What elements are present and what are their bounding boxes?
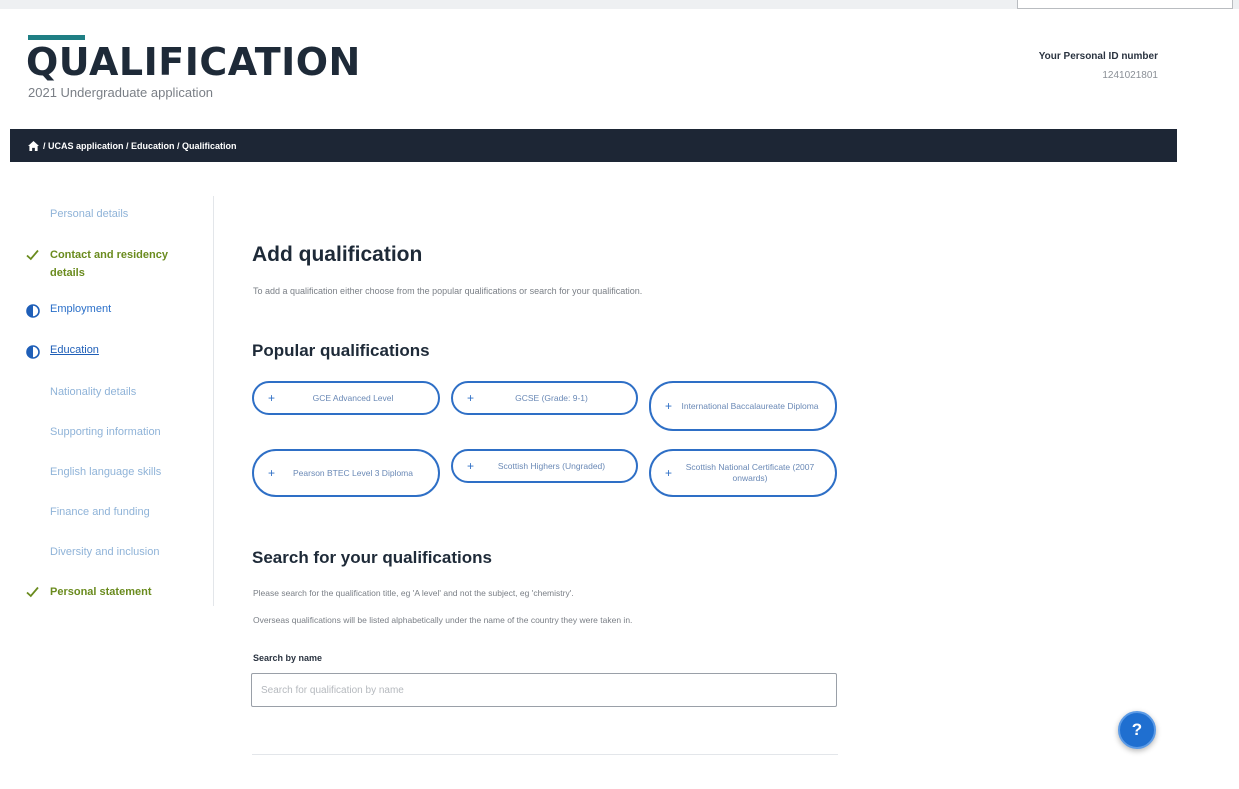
plus-icon: +: [467, 459, 475, 473]
sidebar-item-label: Nationality details: [50, 386, 137, 398]
personal-id-label: Your Personal ID number: [1038, 51, 1158, 62]
popular-qualification-label: Scottish National Certificate (2007 onwa…: [685, 462, 815, 483]
plus-icon: +: [665, 466, 673, 480]
sidebar-item-label: Personal details: [50, 208, 129, 220]
help-button[interactable]: ?: [1118, 711, 1156, 749]
plus-icon: +: [268, 391, 276, 405]
page-subtitle: 2021 Undergraduate application: [28, 85, 214, 100]
popular-qualification-label: Scottish Highers (Ungraded): [497, 460, 606, 471]
popular-qualification-label: International Baccalaureate Diploma: [681, 400, 819, 411]
home-icon[interactable]: [28, 140, 39, 151]
popular-qualification-button[interactable]: + GCE Advanced Level: [252, 381, 440, 415]
popular-qualification-label: GCE Advanced Level: [312, 392, 394, 403]
search-by-name-label: Search by name: [253, 653, 323, 663]
sidebar-item-label: Personal statement: [50, 586, 152, 598]
half-circle-icon: [26, 345, 40, 359]
sidebar-item-label: English language skills: [50, 466, 162, 478]
check-icon: [26, 249, 39, 261]
half-circle-icon: [26, 304, 40, 318]
popular-qualification-button[interactable]: + Scottish National Certificate (2007 on…: [649, 449, 837, 497]
search-input[interactable]: [251, 673, 837, 707]
sidebar-item-label: Finance and funding: [50, 506, 150, 518]
popular-qualifications-heading: Popular qualifications: [252, 341, 430, 360]
add-qualification-intro: To add a qualification either choose fro…: [253, 286, 643, 296]
page-title: QUALIFICATION: [26, 40, 361, 84]
popular-qualification-button[interactable]: + Scottish Highers (Ungraded): [451, 449, 638, 483]
plus-icon: +: [665, 399, 673, 413]
sidebar: Personal details Contact and residency d…: [24, 196, 214, 606]
top-strip-box: [1017, 0, 1233, 9]
divider: [252, 754, 838, 755]
check-icon: [26, 586, 39, 598]
add-qualification-heading: Add qualification: [252, 243, 423, 266]
top-strip: [0, 0, 1239, 9]
breadcrumb: / UCAS application / Education / Qualifi…: [10, 129, 1177, 162]
popular-qualification-button[interactable]: + International Baccalaureate Diploma: [649, 381, 837, 431]
sidebar-item-label: Education: [50, 344, 99, 356]
popular-qualification-button[interactable]: + Pearson BTEC Level 3 Diploma: [252, 449, 440, 497]
popular-qualification-button[interactable]: + GCSE (Grade: 9-1): [451, 381, 638, 415]
popular-qualification-label: Pearson BTEC Level 3 Diploma: [292, 467, 413, 478]
search-qualifications-heading: Search for your qualifications: [252, 548, 492, 567]
sidebar-item-label: Supporting information: [50, 426, 161, 438]
plus-icon: +: [467, 391, 475, 405]
breadcrumb-text[interactable]: / UCAS application / Education / Qualifi…: [43, 141, 237, 151]
search-help-text: Please search for the qualification titl…: [253, 588, 574, 598]
popular-qualification-label: GCSE (Grade: 9-1): [515, 392, 588, 403]
sidebar-item-label: Diversity and inclusion: [50, 546, 160, 558]
sidebar-item-label-line1: Contact and residency: [50, 249, 168, 261]
search-overseas-text: Overseas qualifications will be listed a…: [253, 615, 633, 625]
plus-icon: +: [268, 466, 276, 480]
sidebar-item-label-line2: details: [50, 267, 85, 279]
personal-id-value: 1241021801: [1102, 70, 1158, 81]
sidebar-item-label: Employment: [50, 303, 112, 315]
